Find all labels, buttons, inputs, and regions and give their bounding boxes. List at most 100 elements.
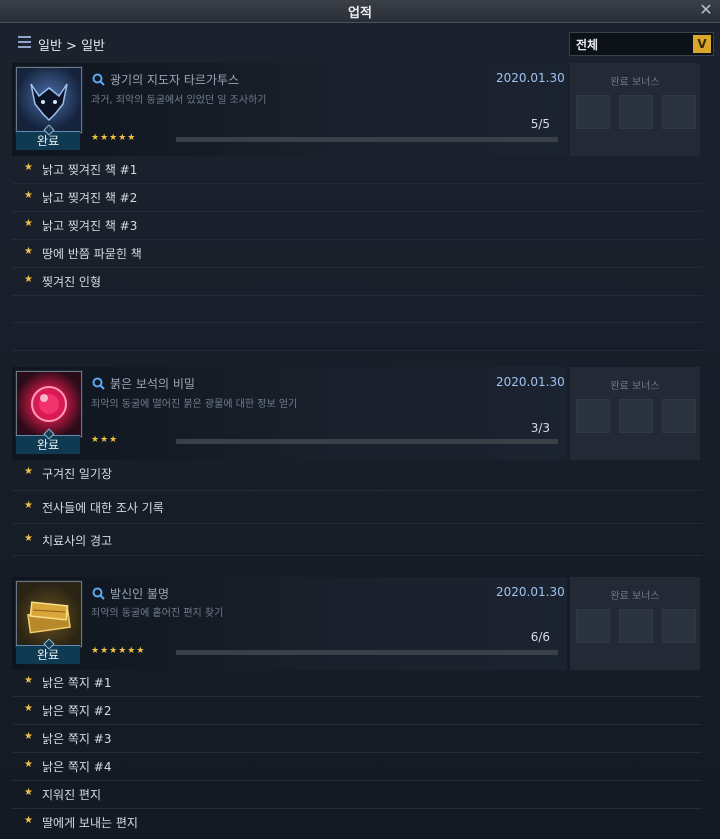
star-icon: ★ <box>24 533 33 544</box>
progress-fill <box>176 439 558 444</box>
achievement-title: 광기의 지도자 타르가투스 <box>110 73 240 87</box>
bonus-label: 완료 보너스 <box>610 77 660 88</box>
star-rating: ★★★★★★ <box>91 646 146 656</box>
star-icon: ★ <box>24 246 33 257</box>
bonus-slot[interactable] <box>619 399 653 433</box>
star-icon: ★ <box>24 815 33 826</box>
star-icon: ★ <box>24 731 33 742</box>
bonus-slot[interactable] <box>576 609 610 643</box>
list-item: ★ 낡고 찢겨진 책 #3 <box>12 211 702 240</box>
filter-dropdown[interactable]: 전체 V <box>569 32 714 56</box>
item-label: 낡은 쪽지 #2 <box>42 704 112 718</box>
progress-bar <box>176 650 558 655</box>
chevron-down-icon[interactable]: V <box>693 35 711 53</box>
achievement-date: 2020.01.30 <box>496 71 565 85</box>
list-item: ★ 낡은 쪽지 #2 <box>12 696 702 725</box>
item-label: 찢겨진 인형 <box>42 275 102 289</box>
item-label: 낡고 찢겨진 책 #3 <box>42 219 138 233</box>
progress-text: 3/3 <box>530 421 550 435</box>
search-icon[interactable] <box>92 377 105 390</box>
achievement-card[interactable]: 완료 발신인 불명 죄악의 동굴에 흩어진 편지 찾기 2020.01.30 6… <box>12 577 567 670</box>
achievement-date: 2020.01.30 <box>496 375 565 389</box>
item-label: 전사들에 대한 조사 기록 <box>42 501 164 515</box>
item-label: 낡은 쪽지 #3 <box>42 732 112 746</box>
completion-bonus-panel: 완료 보너스 <box>570 577 700 670</box>
bonus-slot[interactable] <box>662 609 696 643</box>
completion-bonus-panel: 완료 보너스 <box>570 63 700 156</box>
complete-badge: 완료 <box>16 124 80 150</box>
item-label: 땅에 반쯤 파묻힌 책 <box>42 247 142 261</box>
bonus-slot[interactable] <box>576 399 610 433</box>
list-item: ★ 낡은 쪽지 #3 <box>12 724 702 753</box>
list-item: ★ 구겨진 일기장 <box>12 459 702 491</box>
close-icon[interactable]: ✕ <box>698 0 714 20</box>
complete-badge: 완료 <box>16 638 80 664</box>
bonus-slot[interactable] <box>576 95 610 129</box>
star-icon: ★ <box>24 466 33 477</box>
star-icon: ★ <box>24 500 33 511</box>
achievement-description: 과거, 죄악의 동굴에서 있었던 일 조사하기 <box>91 95 267 106</box>
bonus-slot[interactable] <box>619 609 653 643</box>
star-rating: ★★★ <box>91 435 119 445</box>
search-icon[interactable] <box>92 73 105 86</box>
divider <box>12 322 702 323</box>
star-icon: ★ <box>24 703 33 714</box>
list-item: ★ 낡고 찢겨진 책 #1 <box>12 155 702 184</box>
bonus-slot[interactable] <box>662 95 696 129</box>
star-icon: ★ <box>24 218 33 229</box>
list-item: ★ 지워진 편지 <box>12 780 702 809</box>
item-label: 낡고 찢겨진 책 #2 <box>42 191 138 205</box>
progress-fill <box>176 137 558 142</box>
item-label: 지워진 편지 <box>42 788 102 802</box>
achievement-title: 붉은 보석의 비밀 <box>110 377 195 391</box>
star-icon: ★ <box>24 675 33 686</box>
complete-badge: 완료 <box>16 428 80 454</box>
list-item: ★ 땅에 반쯤 파묻힌 책 <box>12 239 702 268</box>
list-item: ★ 낡은 쪽지 #4 <box>12 752 702 781</box>
filter-value: 전체 <box>576 38 599 52</box>
wolf-emblem-icon <box>16 67 82 133</box>
progress-fill <box>176 650 558 655</box>
achievement-description: 죄악의 동굴에 떨어진 붉은 광물에 대한 정보 얻기 <box>91 399 298 410</box>
list-item: ★ 전사들에 대한 조사 기록 <box>12 491 702 524</box>
item-label: 치료사의 경고 <box>42 534 113 548</box>
completion-bonus-panel: 완료 보너스 <box>570 367 700 460</box>
progress-bar <box>176 137 558 142</box>
list-item: ★ 딸에게 보내는 편지 <box>12 808 702 836</box>
achievement-title: 발신인 불명 <box>110 587 170 601</box>
star-rating: ★★★★★ <box>91 133 137 143</box>
achievement-card[interactable]: 완료 광기의 지도자 타르가투스 과거, 죄악의 동굴에서 있었던 일 조사하기… <box>12 63 567 156</box>
progress-text: 5/5 <box>530 117 550 131</box>
star-icon: ★ <box>24 759 33 770</box>
bonus-label: 완료 보너스 <box>610 591 660 602</box>
search-icon[interactable] <box>92 587 105 600</box>
star-icon: ★ <box>24 162 33 173</box>
achievement-window: 업적 ✕ 일반 > 일반 전체 V 완료 광기의 지도자 타르가투스 과거, 죄… <box>0 0 720 839</box>
divider <box>12 350 702 351</box>
achievement-description: 죄악의 동굴에 흩어진 편지 찾기 <box>91 608 224 619</box>
list-item: ★ 낡고 찢겨진 책 #2 <box>12 183 702 212</box>
item-label: 딸에게 보내는 편지 <box>42 816 138 830</box>
star-icon: ★ <box>24 190 33 201</box>
star-icon: ★ <box>24 787 33 798</box>
achievement-date: 2020.01.30 <box>496 585 565 599</box>
item-label: 낡고 찢겨진 책 #1 <box>42 163 138 177</box>
progress-bar <box>176 439 558 444</box>
list-item: ★ 찢겨진 인형 <box>12 267 702 296</box>
letters-bundle-icon <box>16 581 82 647</box>
list-menu-icon[interactable] <box>18 36 31 48</box>
bonus-slot[interactable] <box>662 399 696 433</box>
bonus-label: 완료 보너스 <box>610 381 660 392</box>
item-label: 구겨진 일기장 <box>42 467 113 481</box>
star-icon: ★ <box>24 274 33 285</box>
progress-text: 6/6 <box>530 630 550 644</box>
red-gem-icon <box>16 371 82 437</box>
item-label: 낡은 쪽지 #4 <box>42 760 112 774</box>
item-label: 낡은 쪽지 #1 <box>42 676 112 690</box>
list-item: ★ 낡은 쪽지 #1 <box>12 668 702 697</box>
window-title: 업적 <box>348 6 372 21</box>
list-item: ★ 치료사의 경고 <box>12 524 702 556</box>
breadcrumb: 일반 > 일반 <box>38 39 105 54</box>
bonus-slot[interactable] <box>619 95 653 129</box>
achievement-card[interactable]: 완료 붉은 보석의 비밀 죄악의 동굴에 떨어진 붉은 광물에 대한 정보 얻기… <box>12 367 567 460</box>
